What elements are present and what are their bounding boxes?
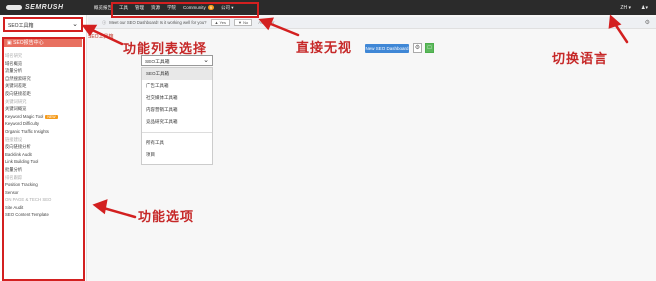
annotation-caption-direct: 直接无视 bbox=[296, 41, 353, 56]
annotation-caption-options: 功能选项 bbox=[138, 210, 195, 225]
annotation-caption-menu-select: 功能列表选择 bbox=[123, 42, 208, 57]
annotation-caption-language: 切换语言 bbox=[552, 52, 609, 67]
